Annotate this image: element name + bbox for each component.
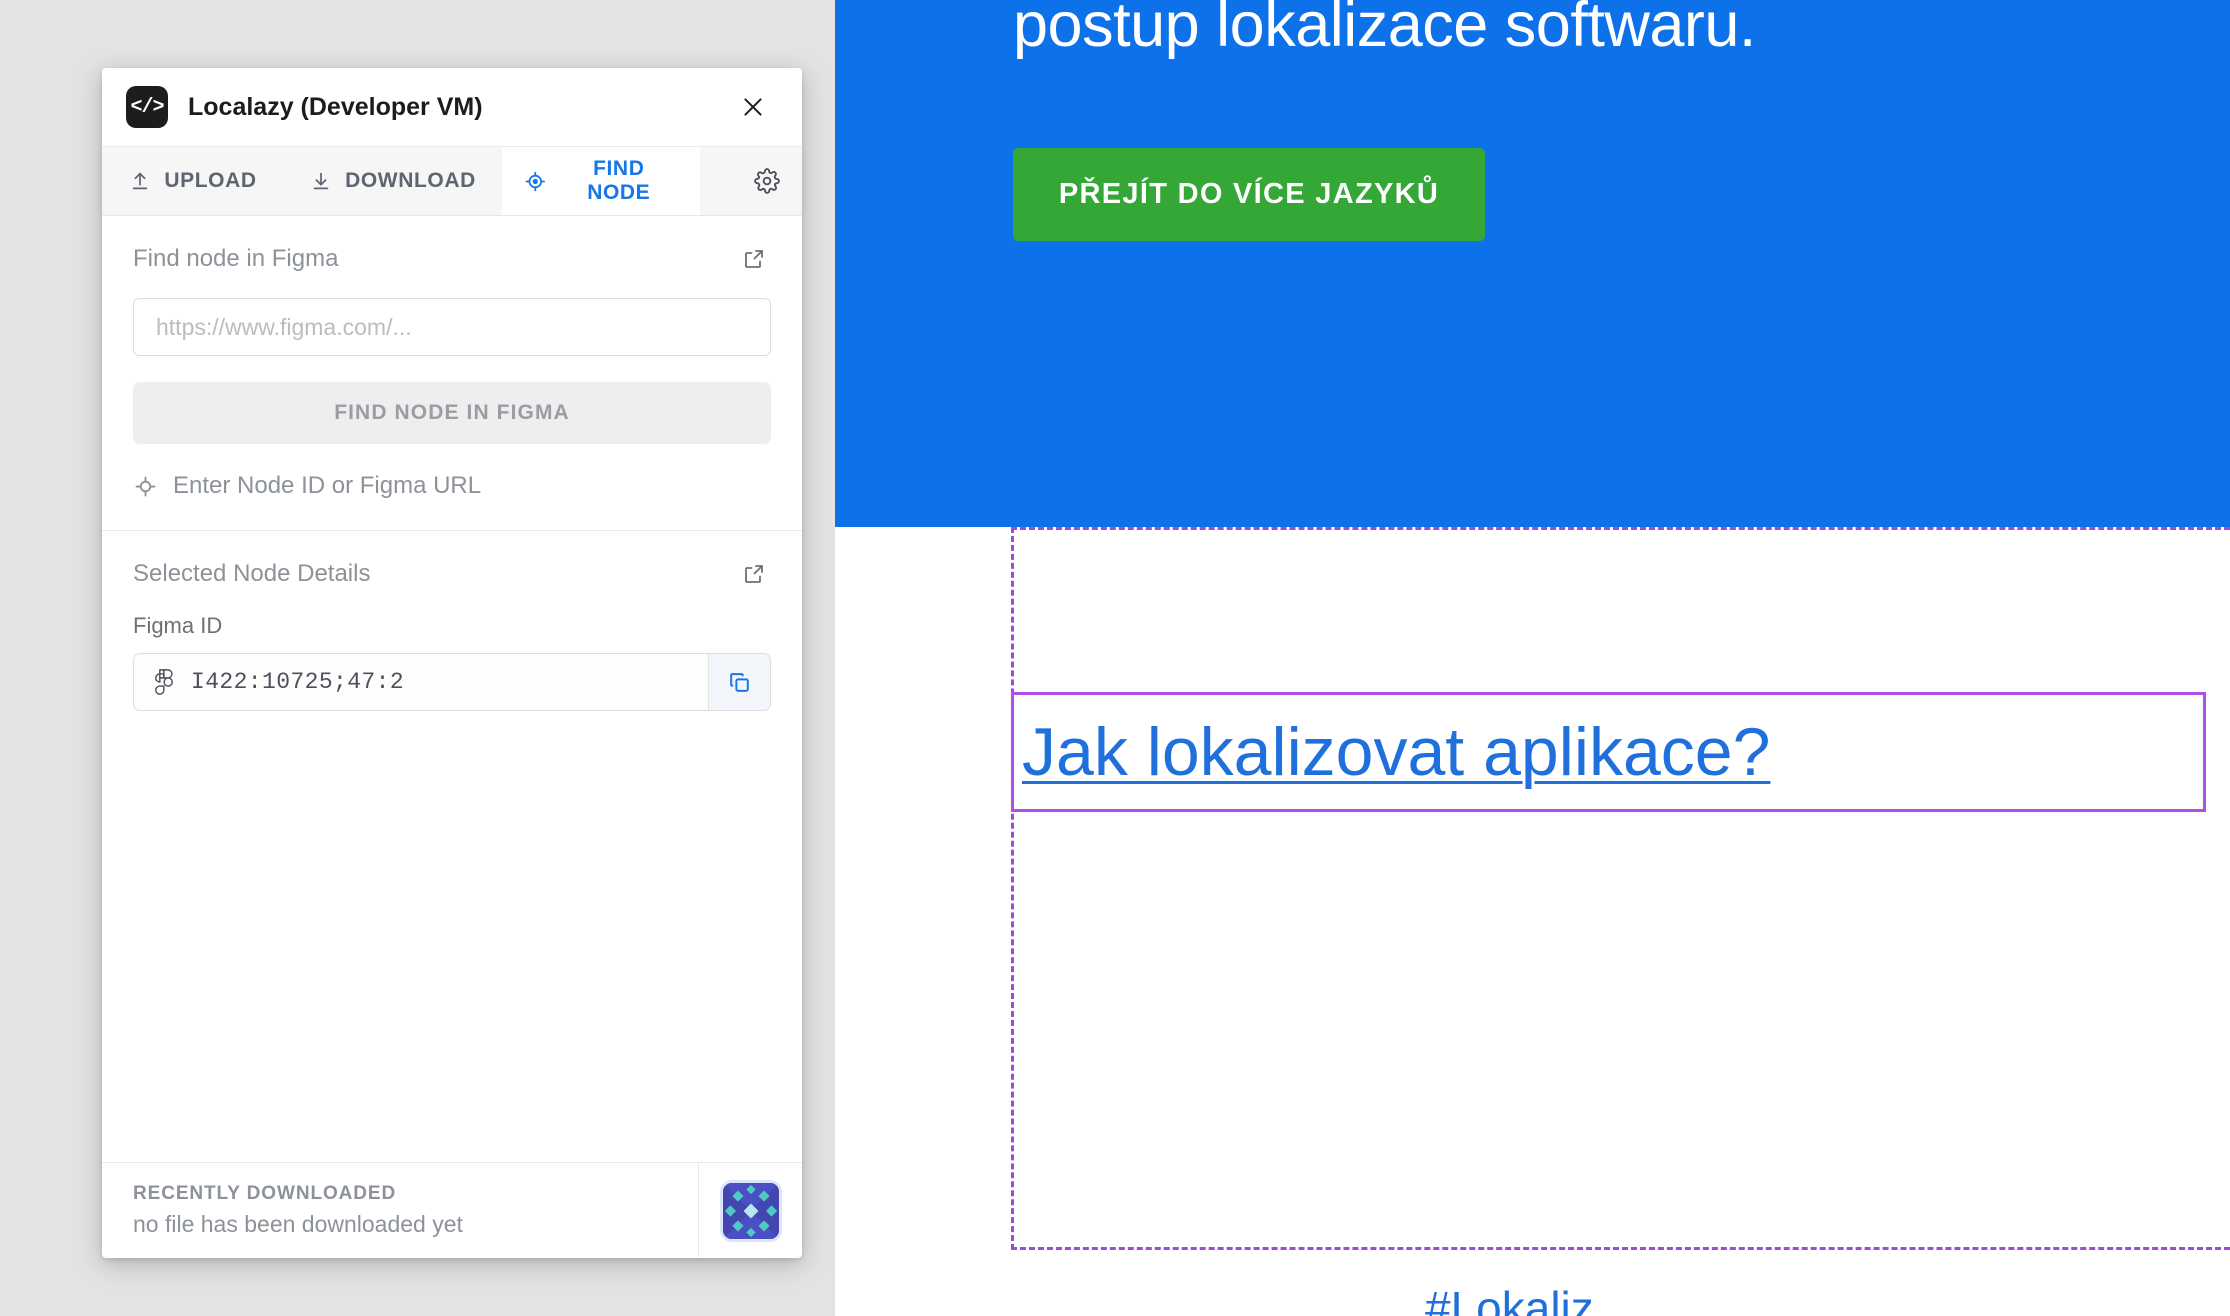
find-node-title: Find node in Figma — [133, 245, 339, 272]
find-node-header: Find node in Figma — [133, 242, 771, 276]
external-link-icon — [745, 565, 763, 583]
panel-body-filler — [102, 711, 802, 1162]
screen-root: postup lokalizace softwaru. PŘEJÍT DO VÍ… — [0, 0, 2230, 1316]
gear-icon — [754, 168, 780, 194]
tab-upload[interactable]: UPLOAD — [102, 147, 284, 215]
find-node-hint: Enter Node ID or Figma URL — [133, 472, 771, 530]
figma-url-input[interactable] — [133, 298, 771, 356]
panel-header: </> Localazy (Developer VM) — [102, 68, 802, 146]
figma-id-value-wrap: I422:10725;47:2 — [134, 654, 708, 710]
panel-body: Find node in Figma FIND NODE IN FIGMA — [102, 216, 802, 1162]
close-button[interactable] — [730, 84, 776, 130]
selected-node-details-title: Selected Node Details — [133, 560, 371, 587]
page-heading-link[interactable]: Jak lokalizovat aplikace? — [1022, 700, 1770, 804]
panel-footer: RECENTLY DOWNLOADED no file has been dow… — [102, 1162, 802, 1258]
upload-icon — [133, 172, 148, 190]
panel-tabs: UPLOAD DOWNLOAD FIND NODE — [102, 146, 802, 216]
recently-downloaded-status: no file has been downloaded yet — [133, 1211, 463, 1237]
find-node-section: Find node in Figma FIND NODE IN FIGMA — [102, 216, 802, 530]
localazy-logo-icon: </> — [126, 86, 168, 128]
figma-icon — [155, 669, 173, 695]
recently-downloaded-block: RECENTLY DOWNLOADED no file has been dow… — [102, 1163, 698, 1258]
hero-headline: postup lokalizace softwaru. — [1013, 0, 1756, 60]
figma-id-label: Figma ID — [133, 613, 223, 638]
page-footer-link[interactable]: #Lokaliz — [1425, 1280, 1594, 1316]
recently-downloaded-label: RECENTLY DOWNLOADED — [133, 1183, 397, 1204]
tab-upload-label: UPLOAD — [164, 169, 257, 192]
selected-node-details-header: Selected Node Details — [133, 557, 771, 591]
thumbnail-cell[interactable] — [698, 1163, 802, 1258]
close-icon — [744, 98, 762, 116]
container-outline — [1011, 527, 2230, 1250]
diamond-pattern-thumbnail — [719, 1179, 782, 1242]
figma-id-row: I422:10725;47:2 — [133, 653, 771, 711]
tab-download[interactable]: DOWNLOAD — [284, 147, 502, 215]
tab-find-node[interactable]: FIND NODE — [502, 147, 700, 215]
find-node-in-figma-button[interactable]: FIND NODE IN FIGMA — [133, 382, 771, 444]
panel-title: Localazy (Developer VM) — [188, 92, 483, 121]
tabs-spacer — [700, 147, 732, 215]
download-icon — [313, 172, 329, 190]
web-page-content: postup lokalizace softwaru. PŘEJÍT DO VÍ… — [835, 0, 2230, 1316]
tab-download-label: DOWNLOAD — [345, 169, 476, 192]
selected-node-details-section: Selected Node Details Figma ID I422:1072… — [102, 531, 802, 711]
hero-banner: postup lokalizace softwaru. PŘEJÍT DO VÍ… — [835, 0, 2230, 527]
tab-find-node-label: FIND NODE — [587, 157, 651, 204]
settings-button[interactable] — [732, 147, 802, 215]
figma-id-value: I422:10725;47:2 — [191, 669, 405, 695]
selected-node-external-link-button[interactable] — [737, 557, 771, 591]
external-link-icon — [745, 250, 763, 268]
crosshair-icon — [525, 171, 545, 191]
crosshair-outline-icon — [135, 476, 156, 496]
copy-figma-id-button[interactable] — [708, 654, 770, 710]
find-node-hint-label: Enter Node ID or Figma URL — [173, 472, 482, 499]
hero-cta-button[interactable]: PŘEJÍT DO VÍCE JAZYKŮ — [1013, 148, 1485, 241]
copy-icon — [730, 672, 749, 692]
localazy-extension-panel: </> Localazy (Developer VM) UPLOAD DOWNL… — [102, 68, 802, 1258]
find-node-external-link-button[interactable] — [737, 242, 771, 276]
